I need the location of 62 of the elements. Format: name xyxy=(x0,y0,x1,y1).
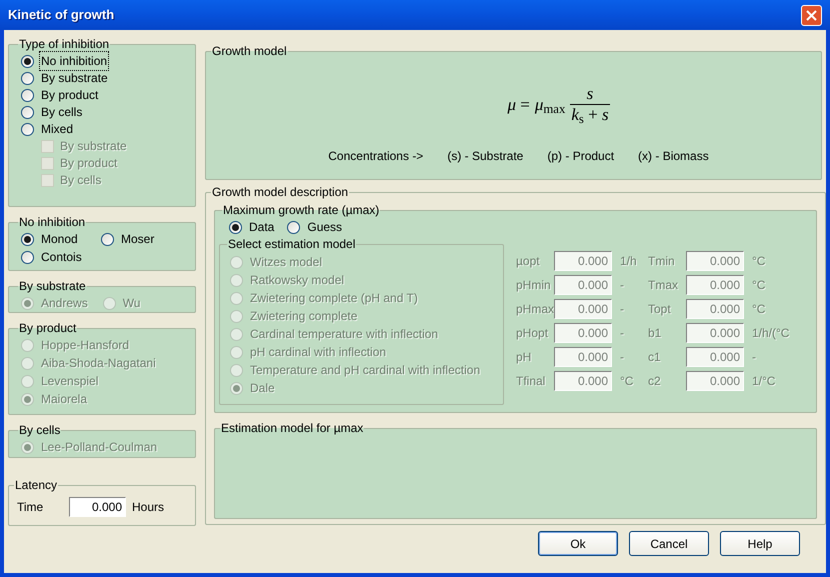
close-button[interactable] xyxy=(801,4,822,26)
group-title: By product xyxy=(18,320,78,337)
legend-text: (x) - Biomass xyxy=(638,148,709,165)
unit-label: °C xyxy=(751,277,766,294)
radio-button[interactable]: Data xyxy=(229,219,276,235)
unit-label: 1/h xyxy=(619,253,638,270)
radio-button[interactable]: Monod xyxy=(21,231,101,247)
legend-text: Concentrations -> xyxy=(328,148,424,165)
radio-button[interactable]: Contois xyxy=(21,249,101,265)
field-label: pHmax xyxy=(516,301,554,318)
formula-text: μ$_{max}$ xyxy=(534,94,566,118)
unit-label: - xyxy=(619,349,625,366)
field-label: Tmin xyxy=(648,253,676,270)
dialog-button[interactable]: Cancel xyxy=(629,531,709,556)
unit-label: - xyxy=(619,301,625,318)
legend-text: (s) - Substrate xyxy=(447,148,524,165)
radio-button[interactable]: By substrate xyxy=(21,70,187,86)
radio-button[interactable]: No inhibition xyxy=(21,53,187,69)
group-title: By substrate xyxy=(18,278,87,295)
close-icon xyxy=(806,10,817,20)
window-title: Kinetic of growth xyxy=(8,6,114,24)
field-label: µopt xyxy=(516,253,541,270)
field-label: Tmax xyxy=(648,277,679,294)
unit-label: - xyxy=(619,277,625,294)
group-title: Maximum growth rate (µmax) xyxy=(222,202,380,219)
formula-text: s xyxy=(586,84,594,104)
field-label: pHopt xyxy=(516,325,550,342)
unit-label: - xyxy=(619,325,625,342)
field-label: Time xyxy=(17,499,44,516)
group-title: Select estimation model xyxy=(227,236,356,253)
radio-button[interactable]: By product xyxy=(21,87,187,103)
radio-button[interactable]: By cells xyxy=(21,104,187,120)
group-title: Type of inhibition xyxy=(18,36,110,53)
unit-label: 1/°C xyxy=(751,373,776,390)
radio-button[interactable]: Guess xyxy=(287,219,344,235)
field-label: b1 xyxy=(648,325,662,342)
dialog-button[interactable]: Ok xyxy=(538,531,618,556)
unit-label: °C xyxy=(619,373,634,390)
unit-label: Hours xyxy=(132,499,164,516)
group-title: Growth model xyxy=(211,43,288,60)
group-title: Estimation model for µmax xyxy=(220,420,364,437)
field-label: c2 xyxy=(648,373,662,390)
formula-text: μ = xyxy=(507,94,530,116)
unit-label: °C xyxy=(751,253,766,270)
field-label: Tfinal xyxy=(516,373,546,390)
legend-text: (p) - Product xyxy=(547,148,614,165)
field-label: c1 xyxy=(648,349,662,366)
dialog-button[interactable]: Help xyxy=(720,531,800,556)
formula-text: k$_{s}$ + s xyxy=(570,105,610,125)
unit-label: °C xyxy=(751,301,766,318)
group-title: By cells xyxy=(18,422,62,439)
radio-button[interactable]: Moser xyxy=(101,231,181,247)
input-field[interactable]: 0.000 xyxy=(69,497,126,517)
field-label: pH xyxy=(516,349,532,366)
radio-button[interactable]: Mixed xyxy=(21,121,187,137)
unit-label: - xyxy=(751,349,757,366)
group-title: Latency xyxy=(14,477,58,494)
field-label: Topt xyxy=(648,301,672,318)
unit-label: 1/h/(°C xyxy=(751,325,790,342)
field-label: pHmin xyxy=(516,277,552,294)
group-title: Growth model description xyxy=(211,184,350,201)
group-title: No inhibition xyxy=(18,214,86,231)
